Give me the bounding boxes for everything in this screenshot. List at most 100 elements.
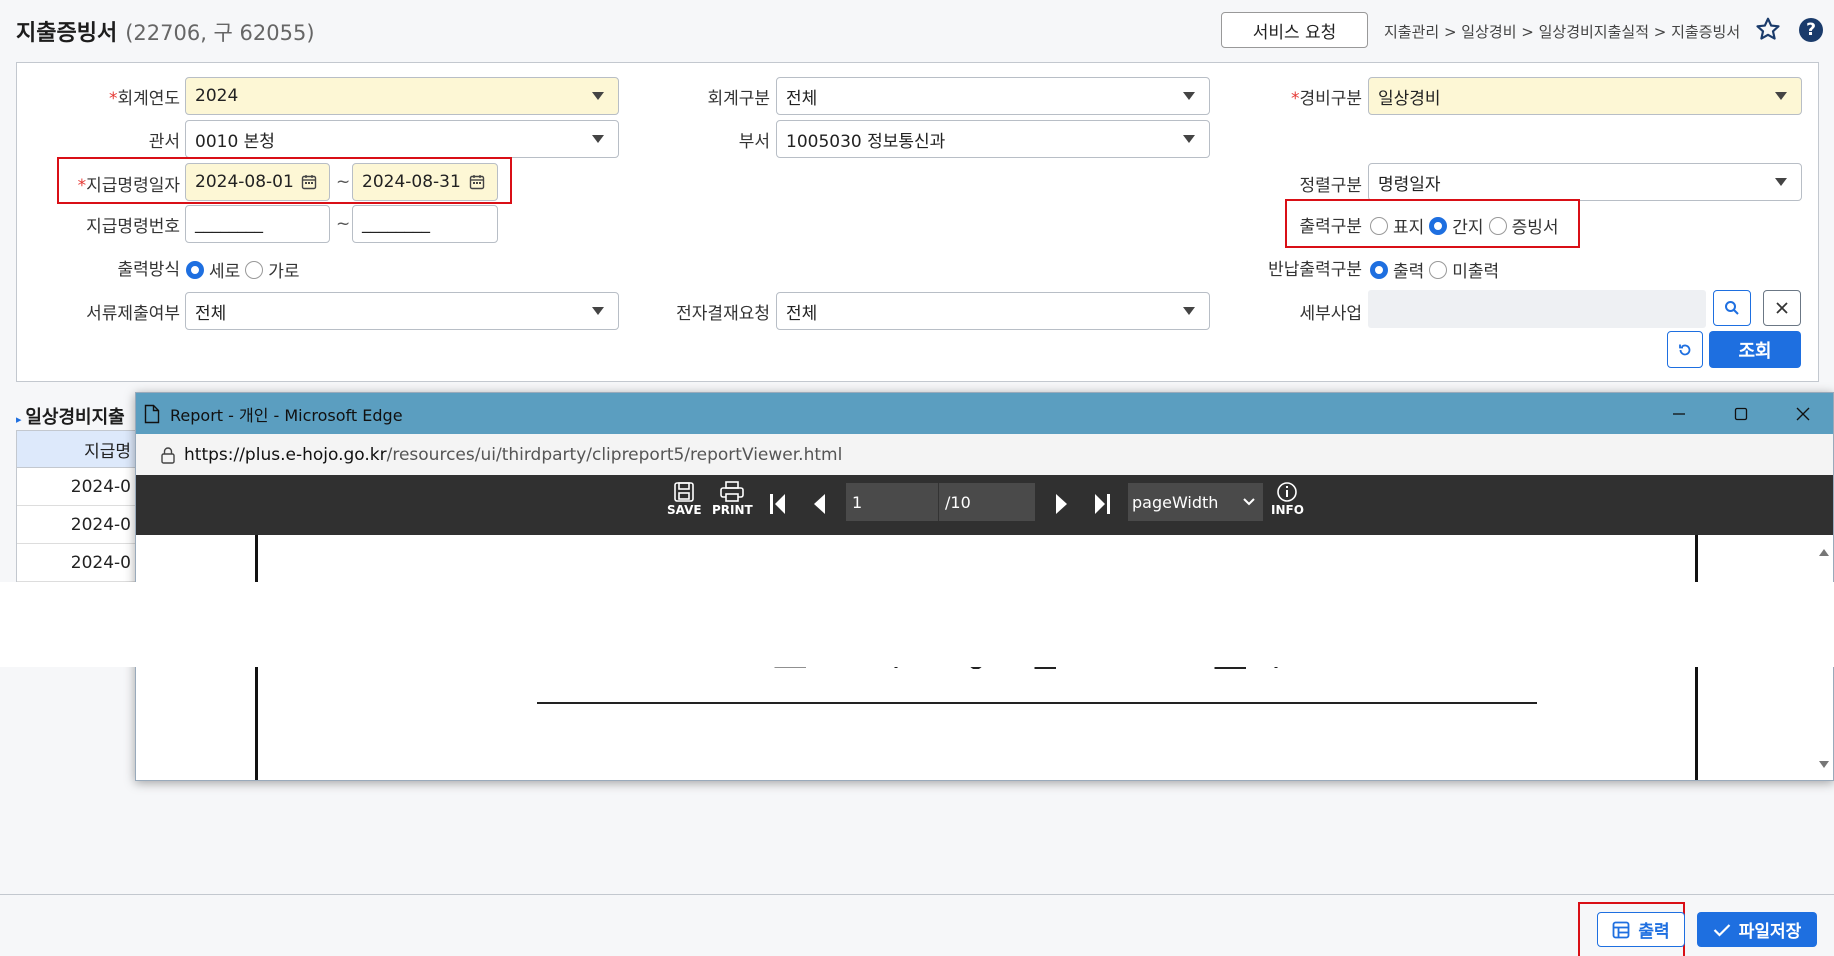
output-type-divider-label: 간지 xyxy=(1452,218,1484,238)
maximize-icon xyxy=(1734,407,1748,420)
star-icon[interactable] xyxy=(1755,16,1781,42)
chevron-down-icon xyxy=(592,307,604,315)
table-row[interactable]: 2024-0 xyxy=(17,506,135,544)
print-button[interactable]: PRINT xyxy=(712,481,753,517)
department-select[interactable]: 1005030 정보통신과 xyxy=(776,120,1210,158)
breadcrumb: 지출관리 > 일상경비 > 일상경비지출실적 > 지출증빙서 xyxy=(1384,23,1741,41)
footer-divider xyxy=(0,894,1834,895)
page-subtitle: (22706, 구 62055) xyxy=(125,21,315,45)
sort-label: 정렬구분 xyxy=(1299,176,1362,196)
triangle-icon: ▸ xyxy=(16,413,26,426)
fiscal-year-label: *회계연도 xyxy=(108,89,180,109)
save-icon xyxy=(674,482,695,502)
return-output-yes-radio[interactable] xyxy=(1370,260,1388,279)
close-window-button[interactable] xyxy=(1773,393,1833,434)
output-type-label: 출력구분 xyxy=(1299,217,1362,237)
report-toolbar: SAVE PRINT 1 /10 pageWidth INFO xyxy=(136,475,1833,535)
output-type-cover-label: 표지 xyxy=(1393,218,1425,238)
pay-no-from-input[interactable]: ________ xyxy=(185,205,330,243)
info-icon xyxy=(1277,482,1298,502)
output-type-divider-radio[interactable] xyxy=(1429,216,1448,235)
doc-submit-label: 서류제출여부 xyxy=(86,304,180,324)
chevron-down-icon xyxy=(1183,135,1195,143)
close-icon xyxy=(1796,407,1810,420)
output-method-landscape-label: 가로 xyxy=(268,262,300,282)
report-underline xyxy=(537,702,1537,704)
sub-project-input[interactable] xyxy=(1368,290,1706,328)
return-output-label: 반납출력구분 xyxy=(1268,260,1362,280)
return-output-radio-group: 출력 미출력 xyxy=(1370,257,1499,282)
chevron-down-icon xyxy=(1775,178,1787,186)
page-title: 지출증빙서 (22706, 구 62055) xyxy=(16,15,315,47)
help-icon[interactable]: ? xyxy=(1799,18,1823,42)
first-page-icon[interactable] xyxy=(768,493,788,515)
lock-icon[interactable] xyxy=(160,446,176,464)
sort-select[interactable]: 명령일자 xyxy=(1368,163,1802,201)
office-label: 관서 xyxy=(148,132,180,152)
query-button[interactable]: 조회 xyxy=(1709,331,1801,368)
section-title: ▸ 일상경비지출 xyxy=(16,407,125,428)
zoom-select[interactable]: pageWidth xyxy=(1128,483,1263,521)
output-type-voucher-label: 증빙서 xyxy=(1511,218,1559,238)
last-page-icon[interactable] xyxy=(1092,493,1112,515)
account-type-select[interactable]: 전체 xyxy=(776,77,1210,115)
page-total: /10 xyxy=(938,483,1035,521)
expense-type-select[interactable]: 일상경비 xyxy=(1368,77,1802,115)
account-type-label: 회계구분 xyxy=(707,89,770,109)
popup-titlebar: Report - 개인 - Microsoft Edge xyxy=(136,393,1833,434)
info-button[interactable]: INFO xyxy=(1271,481,1304,517)
table-row[interactable]: 2024-0 xyxy=(17,468,135,506)
document-icon xyxy=(144,404,160,423)
output-type-voucher-radio[interactable] xyxy=(1488,216,1507,235)
output-method-radio-group: 세로 가로 xyxy=(186,257,300,282)
overlay-band xyxy=(0,582,1834,667)
search-button[interactable] xyxy=(1713,290,1751,326)
file-save-button[interactable]: 파일저장 xyxy=(1697,912,1817,947)
next-page-icon[interactable] xyxy=(1054,493,1070,515)
reset-button[interactable] xyxy=(1667,331,1703,368)
pay-date-label: *지급명령일자 xyxy=(77,176,180,196)
pay-date-from-input[interactable]: 2024-08-01 xyxy=(185,163,330,201)
scroll-down-icon[interactable] xyxy=(1819,761,1829,768)
output-method-landscape-radio[interactable] xyxy=(245,260,264,279)
return-output-no-radio[interactable] xyxy=(1429,260,1448,279)
e-approval-label: 전자결재요청 xyxy=(676,304,770,324)
check-icon xyxy=(1713,923,1730,937)
pay-no-separator: ~ xyxy=(336,214,351,234)
print-output-button[interactable]: 출력 xyxy=(1597,912,1685,947)
date-range-separator: ~ xyxy=(336,172,351,192)
close-icon xyxy=(1776,302,1788,314)
chevron-down-icon xyxy=(592,92,604,100)
refresh-icon xyxy=(1679,344,1691,355)
chevron-down-icon xyxy=(1183,307,1195,315)
table-header: 지급명 xyxy=(17,431,135,468)
save-button[interactable]: SAVE xyxy=(667,481,702,517)
output-type-cover-radio[interactable] xyxy=(1370,216,1388,235)
office-select[interactable]: 0010 본청 xyxy=(185,120,619,158)
output-method-portrait-radio[interactable] xyxy=(186,260,204,279)
fiscal-year-select[interactable]: 2024 xyxy=(185,77,619,115)
table-row[interactable]: 2024-0 xyxy=(17,544,135,582)
doc-submit-select[interactable]: 전체 xyxy=(185,292,619,330)
e-approval-select[interactable]: 전체 xyxy=(776,292,1210,330)
clear-button[interactable] xyxy=(1763,290,1801,326)
report-icon xyxy=(1612,921,1630,938)
calendar-icon[interactable] xyxy=(469,174,485,190)
output-method-portrait-label: 세로 xyxy=(209,262,241,282)
pay-no-to-input[interactable]: ________ xyxy=(352,205,498,243)
service-request-button[interactable]: 서비스 요청 xyxy=(1221,12,1368,48)
address-bar[interactable]: https://plus.e-hojo.go.kr/resources/ui/t… xyxy=(136,434,1833,476)
previous-page-icon[interactable] xyxy=(811,493,827,515)
minimize-button[interactable] xyxy=(1649,393,1709,434)
page-number-input[interactable]: 1 xyxy=(846,483,938,521)
calendar-icon[interactable] xyxy=(301,174,317,190)
pay-date-to-input[interactable]: 2024-08-31 xyxy=(352,163,498,201)
scroll-up-icon[interactable] xyxy=(1819,549,1829,556)
url-text: https://plus.e-hojo.go.kr/resources/ui/t… xyxy=(184,444,843,465)
return-output-no-label: 미출력 xyxy=(1452,262,1500,282)
pay-no-label: 지급명령번호 xyxy=(86,217,180,237)
maximize-button[interactable] xyxy=(1711,393,1771,434)
minimize-icon xyxy=(1673,412,1685,415)
popup-title: Report - 개인 - Microsoft Edge xyxy=(170,405,403,425)
chevron-down-icon xyxy=(1775,92,1787,100)
